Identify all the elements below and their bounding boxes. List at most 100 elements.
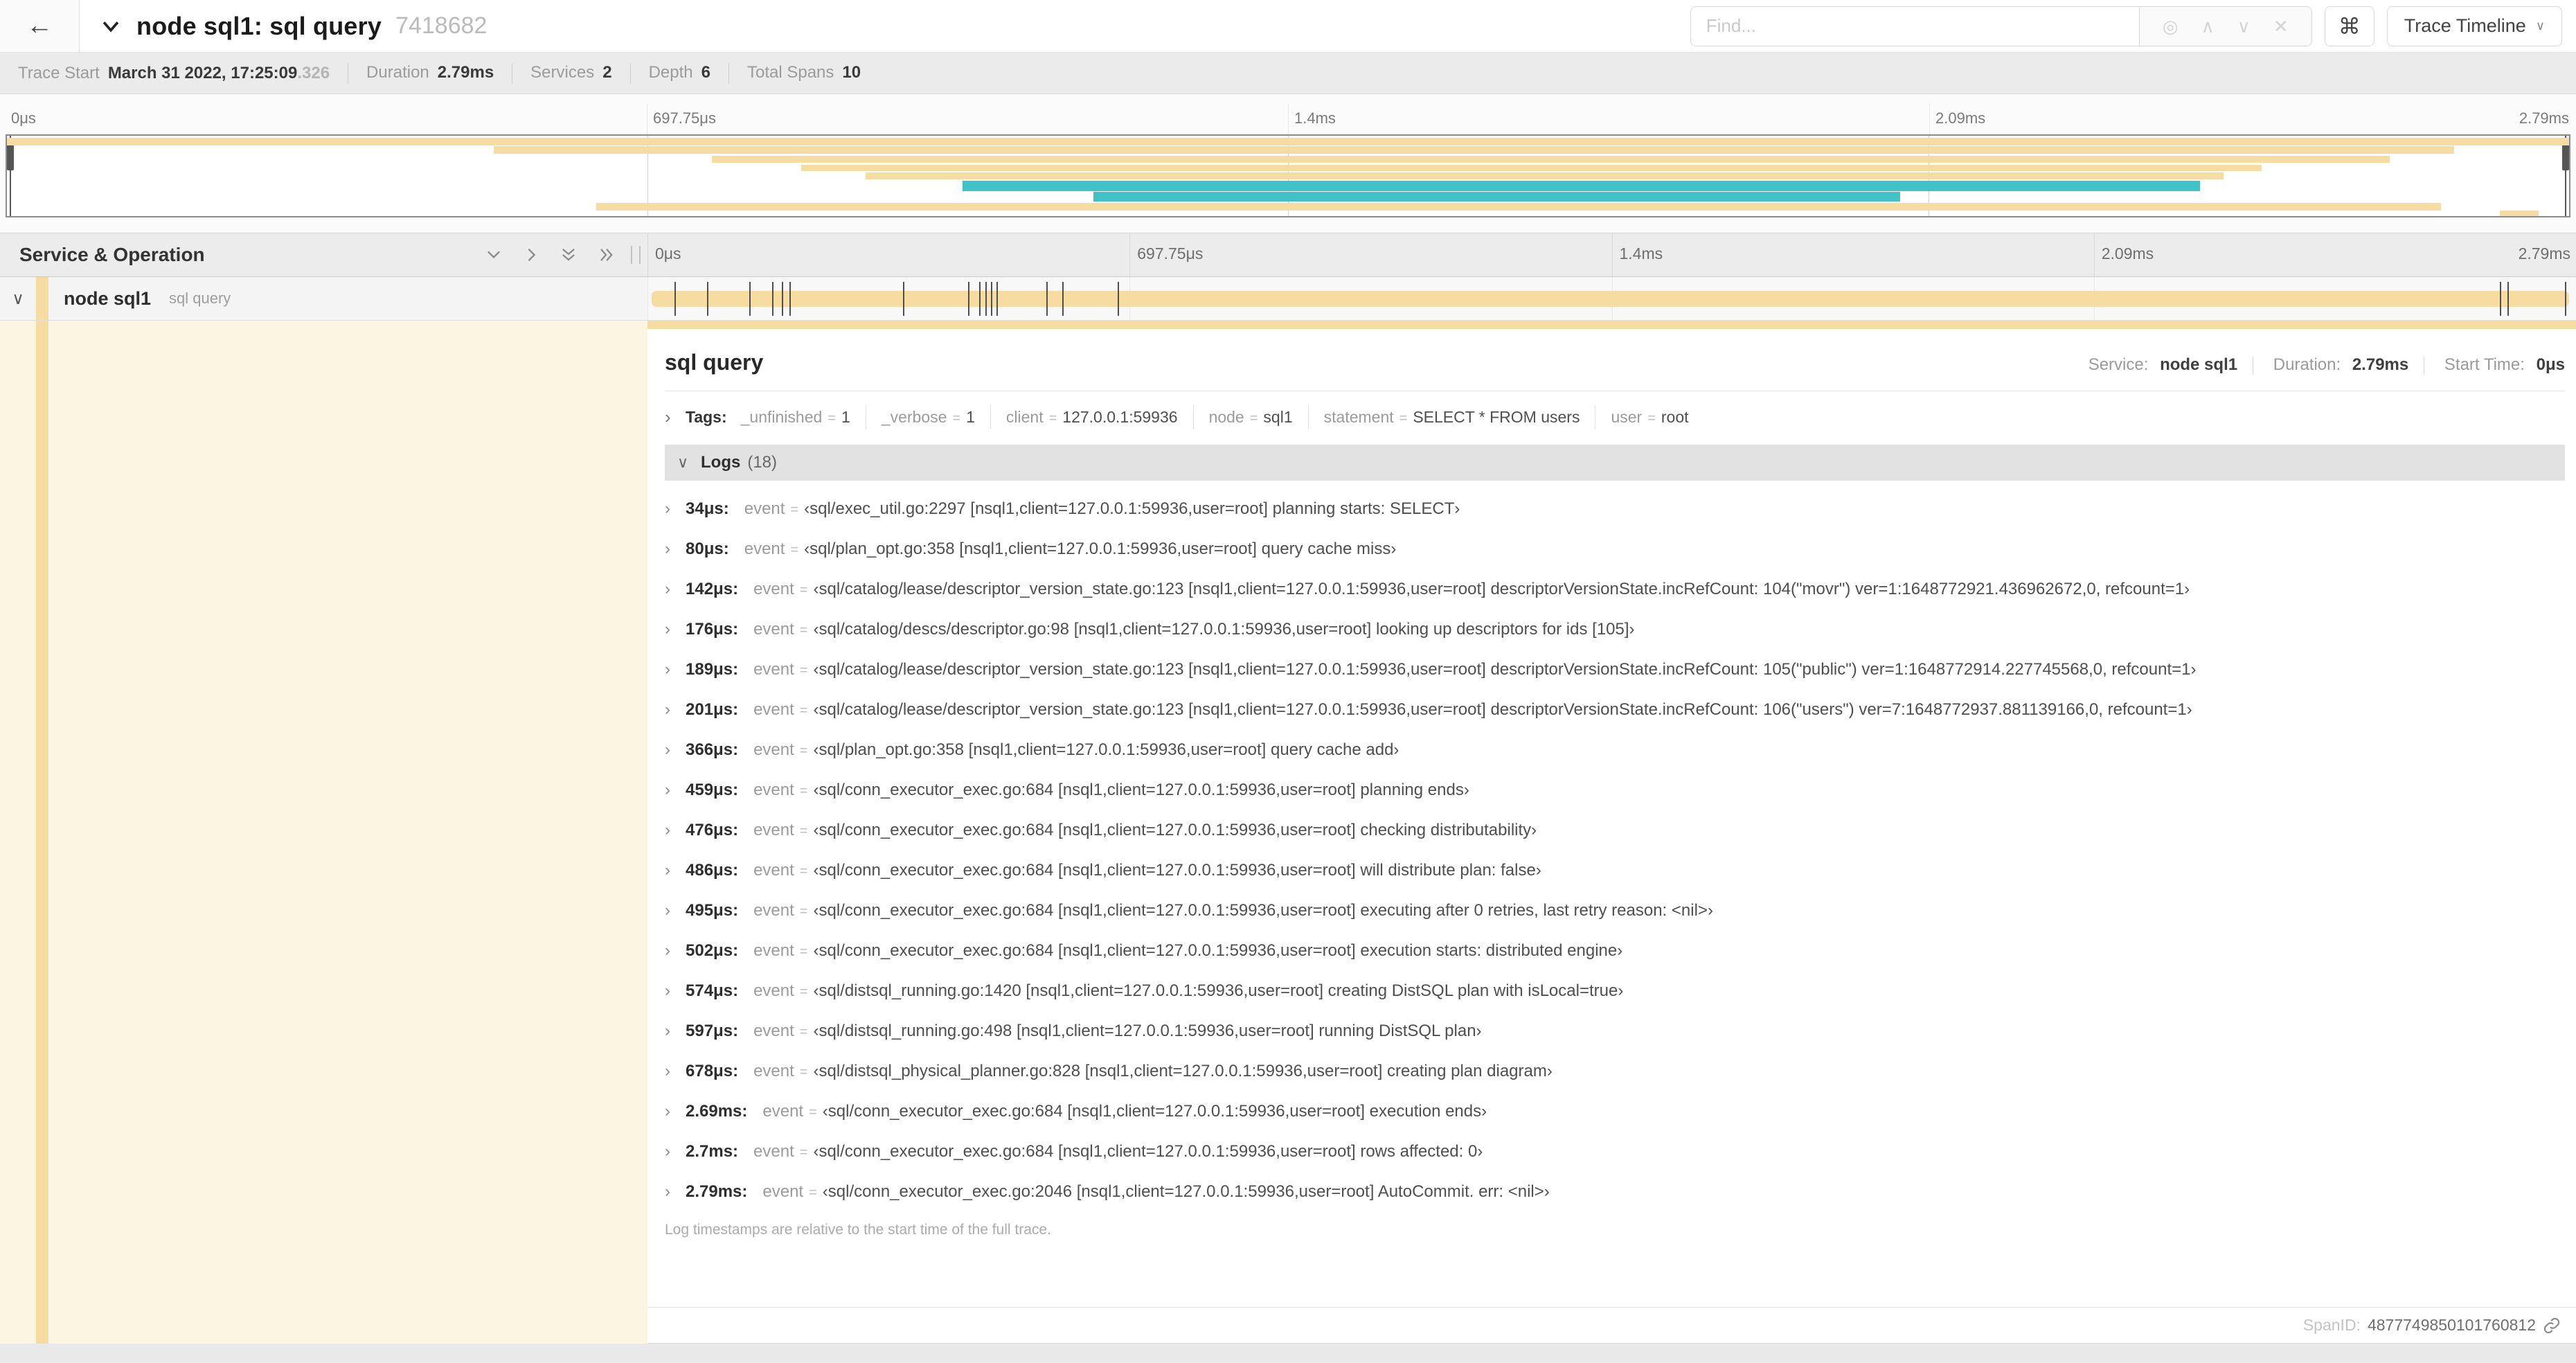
log-timestamp: 459μs: bbox=[686, 781, 739, 799]
log-field-key: event bbox=[753, 1022, 794, 1040]
chevron-down-icon: ∨ bbox=[677, 454, 689, 471]
log-field-key: event bbox=[753, 781, 794, 799]
collapse-deep-icon[interactable] bbox=[559, 245, 578, 265]
expand-one-icon[interactable] bbox=[521, 245, 541, 265]
log-field-value: ‹sql/exec_util.go:2297 [nsql1,client=127… bbox=[804, 499, 1460, 518]
chevron-up-icon[interactable]: ∧ bbox=[2201, 17, 2215, 35]
log-row[interactable]: › 678μs: event = ‹sql/distsql_physical_p… bbox=[665, 1051, 2565, 1092]
stat-value: 10 bbox=[842, 62, 861, 82]
detail-header[interactable]: sql query Service: node sql1 Duration: 2… bbox=[665, 350, 2565, 375]
tag-equals: = bbox=[1399, 411, 1408, 426]
tag-item: statement = SELECT * FROM users bbox=[1307, 405, 1580, 429]
log-tick-mark bbox=[996, 282, 999, 316]
log-timestamp: 476μs: bbox=[686, 821, 739, 839]
log-field-key: event bbox=[753, 981, 794, 1000]
log-row[interactable]: › 2.7ms: event = ‹sql/conn_executor_exec… bbox=[665, 1132, 2565, 1172]
log-row[interactable]: › 189μs: event = ‹sql/catalog/lease/desc… bbox=[665, 650, 2565, 690]
log-equals: = bbox=[799, 1024, 808, 1040]
log-equals: = bbox=[799, 904, 808, 919]
log-row[interactable]: › 574μs: event = ‹sql/distsql_running.go… bbox=[665, 971, 2565, 1011]
column-resizer-grip[interactable] bbox=[631, 246, 641, 264]
log-tick-mark bbox=[2507, 282, 2510, 316]
log-field-key: event bbox=[753, 1142, 794, 1161]
log-row[interactable]: › 486μs: event = ‹sql/conn_executor_exec… bbox=[665, 850, 2565, 891]
stat-value: 2 bbox=[602, 62, 612, 82]
tag-key: _unfinished bbox=[740, 408, 823, 426]
log-timestamp: 142μs: bbox=[686, 580, 739, 598]
log-row[interactable]: › 80μs: event = ‹sql/plan_opt.go:358 [ns… bbox=[665, 529, 2565, 569]
log-row[interactable]: › 459μs: event = ‹sql/conn_executor_exec… bbox=[665, 770, 2565, 810]
page-bottom-gutter bbox=[0, 1344, 2576, 1363]
tags-row[interactable]: › Tags: _unfinished = 1 _verbose = 1 cli… bbox=[665, 405, 2565, 429]
ruler-tick: 2.79ms bbox=[2518, 244, 2570, 262]
deep-link-icon[interactable] bbox=[2543, 1317, 2561, 1335]
log-tick-mark bbox=[967, 282, 969, 316]
page-title: node sql1: sql query bbox=[136, 11, 382, 40]
log-row[interactable]: › 597μs: event = ‹sql/distsql_running.go… bbox=[665, 1011, 2565, 1051]
span-row-name-column[interactable]: ∨ node sql1 sql query bbox=[0, 277, 647, 320]
tag-equals: = bbox=[828, 411, 836, 426]
log-equals: = bbox=[799, 743, 808, 758]
log-row[interactable]: › 366μs: event = ‹sql/plan_opt.go:358 [n… bbox=[665, 730, 2565, 770]
log-equals: = bbox=[790, 542, 799, 558]
chevron-down-icon[interactable]: ∨ bbox=[2237, 17, 2251, 35]
trace-stat: Total Spans 10 bbox=[710, 63, 861, 84]
log-row[interactable]: › 2.79ms: event = ‹sql/conn_executor_exe… bbox=[665, 1172, 2565, 1212]
tag-value: 1 bbox=[841, 408, 850, 426]
collapse-all-icon[interactable] bbox=[484, 245, 503, 265]
ruler-tick: 2.09ms bbox=[1929, 104, 1985, 134]
log-row[interactable]: › 142μs: event = ‹sql/catalog/lease/desc… bbox=[665, 569, 2565, 609]
back-arrow-icon: ← bbox=[26, 11, 53, 40]
log-row[interactable]: › 201μs: event = ‹sql/catalog/lease/desc… bbox=[665, 690, 2565, 730]
log-field-value: ‹sql/conn_executor_exec.go:684 [nsql1,cl… bbox=[822, 1102, 1487, 1121]
detail-row-name-column bbox=[0, 321, 647, 1344]
log-equals: = bbox=[799, 823, 808, 839]
log-row[interactable]: › 495μs: event = ‹sql/conn_executor_exec… bbox=[665, 891, 2565, 931]
stat-suffix: .326 bbox=[297, 63, 330, 82]
view-dropdown-button[interactable]: Trace Timeline ∨ bbox=[2386, 6, 2562, 46]
stat-label: Total Spans bbox=[746, 62, 834, 82]
span-detail-content: sql query Service: node sql1 Duration: 2… bbox=[647, 329, 2576, 1307]
tags-list: _unfinished = 1 _verbose = 1 client = 12… bbox=[741, 405, 1689, 429]
log-equals: = bbox=[799, 623, 808, 638]
span-duration-bar[interactable] bbox=[652, 282, 2569, 316]
logs-header[interactable]: ∨ Logs (18) bbox=[665, 445, 2565, 481]
timeline-ruler: 0μs 697.75μs 1.4ms 2.09ms 2.79ms bbox=[647, 233, 2576, 276]
find-input[interactable] bbox=[1690, 6, 2139, 46]
locate-icon[interactable]: ◎ bbox=[2163, 17, 2179, 35]
log-equals: = bbox=[799, 1145, 808, 1160]
minimap-ruler: 0μs 697.75μs 1.4ms 2.09ms 2.79ms bbox=[6, 104, 2570, 134]
log-equals: = bbox=[790, 502, 799, 517]
span-collapse-chevron-icon[interactable]: ∨ bbox=[0, 289, 36, 309]
log-tick-mark bbox=[782, 282, 784, 316]
detail-meta-item: Duration: 2.79ms bbox=[2237, 355, 2408, 375]
log-row[interactable]: › 502μs: event = ‹sql/conn_executor_exec… bbox=[665, 931, 2565, 971]
chevron-right-icon: › bbox=[665, 407, 671, 427]
log-timestamp: 678μs: bbox=[686, 1062, 739, 1080]
log-tick-mark bbox=[707, 282, 709, 316]
ruler-tick: 1.4ms bbox=[1288, 104, 1336, 134]
minimap-left-scrubber[interactable] bbox=[7, 136, 14, 216]
expand-all-icon[interactable] bbox=[596, 245, 616, 265]
log-timestamp: 34μs: bbox=[686, 499, 729, 518]
log-field-key: event bbox=[753, 901, 794, 920]
minimap-canvas[interactable] bbox=[6, 134, 2570, 217]
log-row[interactable]: › 176μs: event = ‹sql/catalog/descs/desc… bbox=[665, 609, 2565, 650]
trace-minimap: 0μs 697.75μs 1.4ms 2.09ms 2.79ms bbox=[0, 94, 2576, 233]
chevron-right-icon: › bbox=[665, 540, 670, 558]
span-detail-panel: sql query Service: node sql1 Duration: 2… bbox=[647, 321, 2576, 1344]
span-row[interactable]: ∨ node sql1 sql query bbox=[0, 277, 2576, 321]
keyboard-shortcuts-button[interactable]: ⌘ bbox=[2324, 6, 2374, 46]
collapse-trace-chevron-icon[interactable] bbox=[99, 15, 123, 38]
minimap-right-scrubber[interactable] bbox=[2562, 136, 2569, 216]
tag-key: user bbox=[1611, 408, 1643, 426]
back-button[interactable]: ← bbox=[0, 0, 80, 52]
span-row-timeline[interactable] bbox=[647, 277, 2576, 320]
clear-icon[interactable]: ✕ bbox=[2273, 17, 2289, 35]
log-row[interactable]: › 476μs: event = ‹sql/conn_executor_exec… bbox=[665, 810, 2565, 850]
log-timestamp: 80μs: bbox=[686, 540, 729, 558]
log-row[interactable]: › 2.69ms: event = ‹sql/conn_executor_exe… bbox=[665, 1092, 2565, 1132]
minimap-span bbox=[711, 156, 2390, 163]
log-row[interactable]: › 34μs: event = ‹sql/exec_util.go:2297 [… bbox=[665, 489, 2565, 529]
log-equals: = bbox=[799, 582, 808, 598]
